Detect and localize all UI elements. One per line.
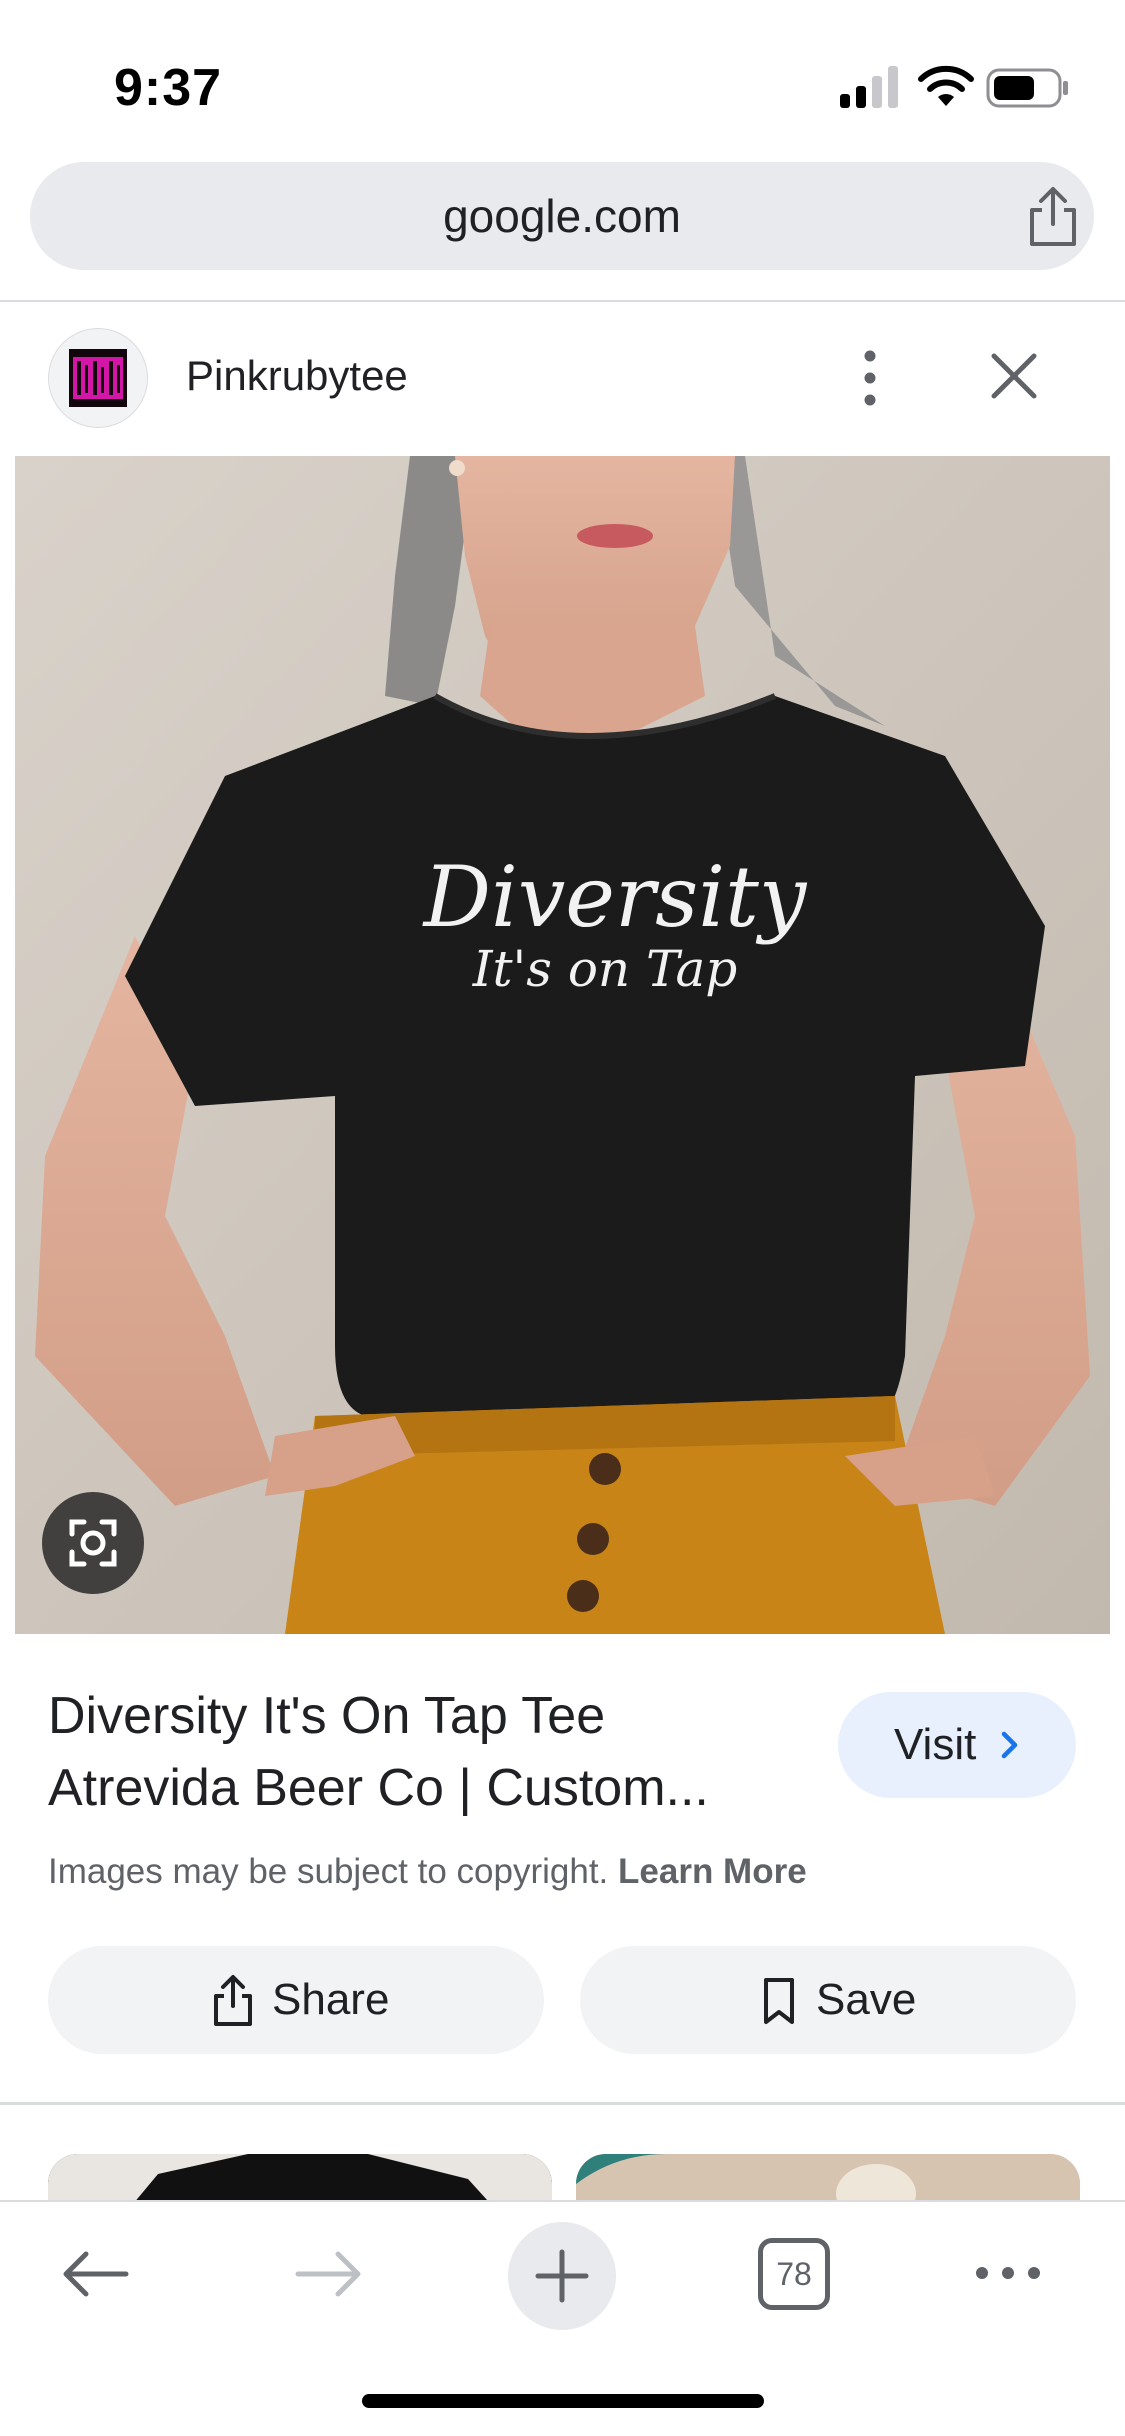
back-arrow-icon[interactable] <box>58 2244 132 2304</box>
new-tab-button[interactable] <box>508 2222 616 2330</box>
share-label: Share <box>272 1975 390 2024</box>
learn-more-link[interactable]: Learn More <box>618 1852 807 1891</box>
cellular-signal-icon <box>840 66 898 108</box>
more-horiz-icon[interactable] <box>972 2258 1044 2288</box>
source-avatar[interactable] <box>48 328 148 428</box>
source-logo <box>69 349 127 407</box>
home-indicator <box>362 2394 764 2408</box>
visit-label: Visit <box>894 1720 977 1769</box>
tab-switcher-button[interactable]: 78 <box>758 2238 830 2310</box>
logo-image <box>69 349 127 407</box>
product-photo: Diversity It's on Tap <box>15 456 1110 1634</box>
bookmark-icon <box>764 1978 794 2024</box>
more-vert-icon[interactable] <box>848 346 892 410</box>
forward-arrow-icon[interactable] <box>292 2244 366 2304</box>
divider <box>0 2102 1125 2105</box>
divider <box>0 300 1125 302</box>
copyright-notice: Images may be subject to copyright. Lear… <box>48 1852 807 1892</box>
result-title-line2[interactable]: Atrevida Beer Co | Custom... <box>48 1758 709 1818</box>
shirt-text-line1: Diversity <box>422 848 808 946</box>
chevron-right-icon <box>1001 1731 1018 1759</box>
share-icon <box>214 1975 252 2026</box>
copyright-text: Images may be subject to copyright. <box>48 1852 609 1891</box>
tab-count: 78 <box>776 2256 812 2292</box>
wifi-icon <box>918 65 974 106</box>
plus-icon <box>535 2249 589 2303</box>
result-title-line1[interactable]: Diversity It's On Tap Tee <box>48 1686 605 1746</box>
save-label: Save <box>816 1975 917 2024</box>
product-image[interactable]: Diversity It's on Tap <box>15 456 1110 1634</box>
share-button[interactable]: Share <box>48 1946 544 2054</box>
source-name[interactable]: Pinkrubytee <box>186 352 408 400</box>
shirt-text-line2: It's on Tap <box>472 940 738 998</box>
visit-button[interactable]: Visit <box>838 1692 1076 1798</box>
battery-icon <box>986 68 1068 108</box>
google-lens-button[interactable] <box>42 1492 144 1594</box>
save-button[interactable]: Save <box>580 1946 1076 2054</box>
close-icon[interactable] <box>984 346 1044 406</box>
status-time: 9:37 <box>114 59 223 117</box>
url-text[interactable]: google.com <box>30 162 1094 270</box>
address-bar[interactable]: google.com <box>30 162 1094 270</box>
lens-icon <box>69 1519 117 1567</box>
share-icon[interactable] <box>1020 184 1086 250</box>
